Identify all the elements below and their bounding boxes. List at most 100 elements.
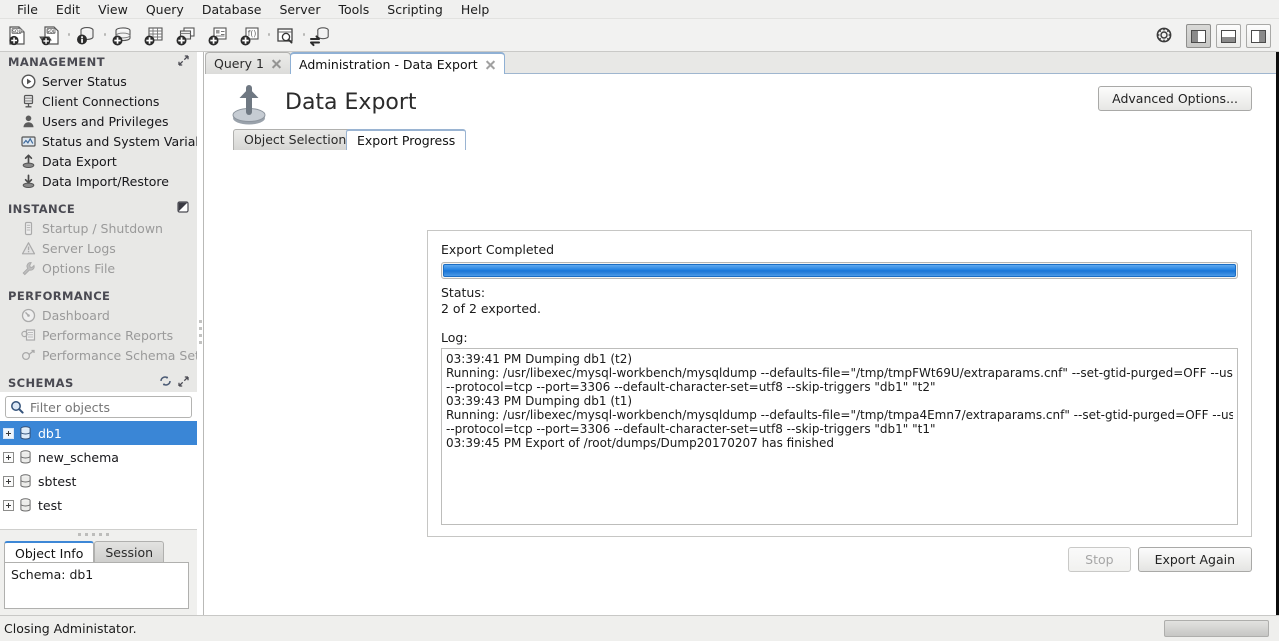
export-status-heading: Export Completed [441, 242, 555, 257]
filter-objects-box[interactable] [5, 396, 192, 418]
search-input[interactable] [28, 398, 178, 416]
connection-info-icon[interactable] [74, 25, 98, 47]
menu-scripting[interactable]: Scripting [378, 0, 452, 19]
sidebar-label: Options File [42, 260, 116, 276]
export-log-box[interactable]: 03:39:41 PM Dumping db1 (t2) Running: /us… [441, 348, 1238, 525]
stop-button[interactable]: Stop [1068, 547, 1131, 572]
close-icon[interactable] [485, 59, 496, 70]
admin-gear-icon[interactable] [1155, 26, 1173, 47]
sidebar-item-client-connections[interactable]: Client Connections [0, 91, 197, 111]
panel-resize-grip[interactable] [78, 533, 109, 536]
menu-database[interactable]: Database [193, 0, 271, 19]
expand-toggle-icon[interactable] [3, 427, 14, 439]
instance-title: INSTANCE [8, 201, 76, 216]
inspector-icon[interactable] [274, 25, 298, 47]
create-view-icon[interactable] [174, 25, 198, 47]
svg-text:f(): f() [248, 29, 257, 38]
schema-label: db1 [38, 425, 62, 441]
tab-object-selection[interactable]: Object Selection [233, 129, 358, 150]
refresh-icon[interactable] [159, 375, 172, 390]
menu-help[interactable]: Help [452, 0, 499, 19]
status-message: Closing Administator. [4, 621, 137, 636]
data-export-large-icon [227, 84, 272, 128]
sidebar-item-dashboard[interactable]: Dashboard [0, 305, 197, 325]
section-gap [0, 191, 197, 199]
sidebar-item-users-and-privileges[interactable]: Users and Privileges [0, 111, 197, 131]
open-sql-script-icon[interactable]: SQL [38, 25, 62, 47]
toolbar-separator [68, 33, 70, 36]
tab-label: Administration - Data Export [299, 56, 478, 72]
reconnect-server-icon[interactable] [308, 25, 332, 47]
schema-label: sbtest [38, 473, 77, 489]
toggle-sidebar-button[interactable] [1186, 24, 1211, 48]
status-label: Status: [441, 285, 486, 300]
export-progress-panel: Export Completed Status: 2 of 2 exported… [427, 230, 1252, 537]
create-schema-icon[interactable] [110, 25, 134, 47]
tab-administration-data-export[interactable]: Administration - Data Export [290, 52, 505, 74]
sidebar-item-performance-reports[interactable]: Performance Reports [0, 325, 197, 345]
create-table-icon[interactable] [142, 25, 166, 47]
management-header: MANAGEMENT [0, 52, 197, 71]
menu-query[interactable]: Query [137, 0, 193, 19]
sidebar-item-startup-shutdown[interactable]: Startup / Shutdown [0, 218, 197, 238]
tab-label: Query 1 [214, 56, 264, 71]
status-bar: Closing Administator. [0, 615, 1279, 641]
expand-icon[interactable] [178, 375, 189, 390]
no-instance-icon [177, 201, 189, 216]
performance-schema-icon [20, 347, 37, 363]
schemas-title: SCHEMAS [8, 375, 74, 390]
expand-icon[interactable] [178, 54, 189, 69]
tab-query-1[interactable]: Query 1 [205, 52, 291, 74]
new-sql-tab-icon[interactable]: SQL [6, 25, 30, 47]
tab-session[interactable]: Session [94, 541, 165, 562]
create-function-icon[interactable]: f() [238, 25, 262, 47]
sidebar-splitter[interactable] [197, 52, 204, 615]
menu-bar: File Edit View Query Database Server Too… [0, 0, 1279, 19]
toggle-secondary-sidebar-button[interactable] [1246, 24, 1271, 48]
tab-export-progress[interactable]: Export Progress [346, 129, 467, 150]
expand-toggle-icon[interactable] [3, 451, 14, 463]
sidebar-item-options-file[interactable]: Options File [0, 258, 197, 278]
expand-toggle-icon[interactable] [3, 475, 14, 487]
export-action-buttons: Stop Export Again [1068, 547, 1252, 572]
tab-object-info[interactable]: Object Info [4, 541, 95, 562]
data-import-icon [20, 173, 37, 189]
schema-icon [19, 474, 32, 488]
sidebar-item-status-and-system-variables[interactable]: Status and System Variable [0, 131, 197, 151]
menu-tools[interactable]: Tools [329, 0, 378, 19]
svg-text:SQL: SQL [12, 29, 22, 35]
menu-edit[interactable]: Edit [47, 0, 89, 19]
sidebar-item-data-export[interactable]: Data Export [0, 151, 197, 171]
performance-title: PERFORMANCE [8, 288, 111, 303]
startup-shutdown-icon [20, 220, 37, 236]
sidebar-label: Data Import/Restore [42, 173, 169, 189]
document-tab-bar: Query 1 Administration - Data Export [205, 52, 1279, 74]
sidebar-item-data-import-restore[interactable]: Data Import/Restore [0, 171, 197, 191]
dashboard-icon [20, 307, 37, 323]
sidebar-item-server-logs[interactable]: Server Logs [0, 238, 197, 258]
expand-toggle-icon[interactable] [3, 499, 14, 511]
sidebar-item-performance-schema-setup[interactable]: Performance Schema Setup [0, 345, 197, 365]
sidebar-label: Startup / Shutdown [42, 220, 163, 236]
schema-tree-item-sbtest[interactable]: sbtest [0, 469, 197, 493]
toggle-output-button[interactable] [1216, 24, 1241, 48]
create-procedure-icon[interactable] [206, 25, 230, 47]
performance-header: PERFORMANCE [0, 286, 197, 305]
menu-file[interactable]: File [8, 0, 47, 19]
close-icon[interactable] [271, 58, 282, 69]
log-line: 03:39:41 PM Dumping db1 (t2) [446, 352, 633, 366]
management-title: MANAGEMENT [8, 54, 105, 69]
schema-tree-item-db1[interactable]: db1 [0, 421, 197, 445]
advanced-options-button[interactable]: Advanced Options... [1098, 86, 1252, 111]
schema-tree-item-new-schema[interactable]: new_schema [0, 445, 197, 469]
menu-view[interactable]: View [89, 0, 137, 19]
management-section: MANAGEMENT Server Status Client Connecti… [0, 52, 197, 392]
log-line: Running: /usr/libexec/mysql-workbench/my… [446, 366, 1233, 380]
sidebar-item-server-status[interactable]: Server Status [0, 71, 197, 91]
status-progress-indicator[interactable] [1164, 620, 1269, 637]
menu-server[interactable]: Server [270, 0, 329, 19]
export-again-button[interactable]: Export Again [1137, 547, 1252, 572]
schema-tree-item-test[interactable]: test [0, 493, 197, 517]
page-title: Data Export [285, 90, 417, 115]
object-info-body: Schema: db1 [4, 562, 189, 609]
